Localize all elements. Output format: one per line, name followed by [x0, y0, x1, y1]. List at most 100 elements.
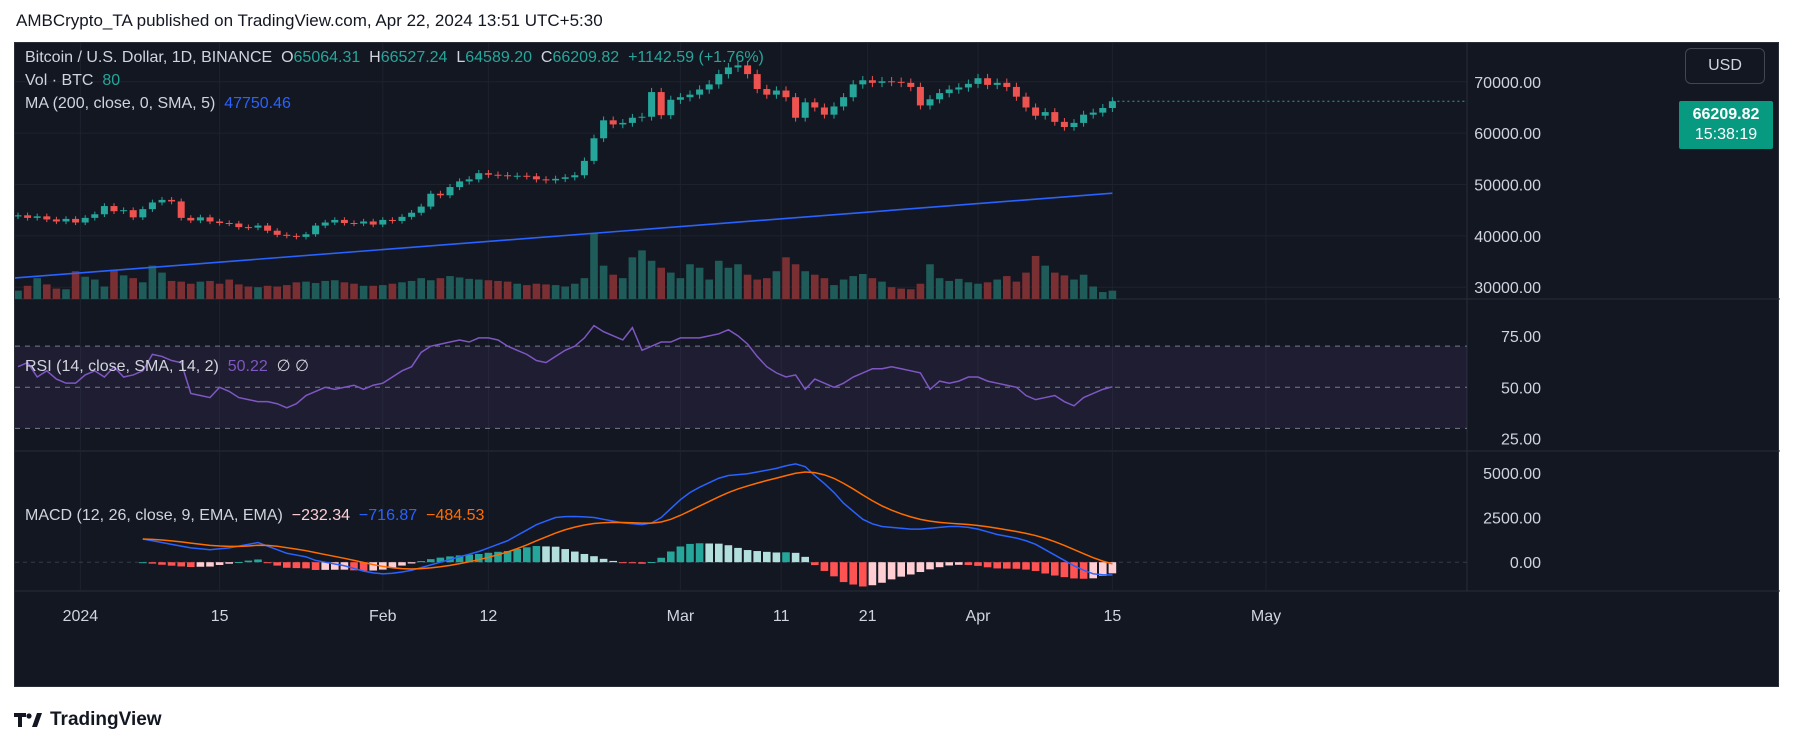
high-label: H [369, 49, 381, 66]
volume-bar [475, 279, 483, 299]
time-tick-label: Mar [667, 608, 695, 625]
candle-body [878, 81, 886, 83]
volume-value: 80 [102, 72, 121, 89]
macd-hist-bar [1051, 562, 1059, 576]
volume-bar [436, 278, 445, 299]
candle-body [360, 221, 368, 224]
macd-hist-bar [244, 560, 253, 563]
macd-legend: MACD (12, 26, close, 9, EMA, EMA) −232.3… [25, 507, 484, 525]
volume-bar [1079, 274, 1088, 299]
volume-bar [321, 280, 329, 299]
time-tick-label: 21 [859, 608, 877, 625]
candle-body [475, 173, 483, 180]
macd-hist-bar [551, 546, 560, 563]
volume-bar [1041, 265, 1049, 299]
macd-hist-bar [628, 562, 637, 564]
candle-body [628, 117, 636, 123]
macd-hist-bar [158, 562, 166, 565]
candle-body [62, 218, 70, 222]
macd-hist-bar [983, 562, 992, 568]
candle-body [465, 179, 473, 182]
macd-hist-bar [830, 562, 838, 577]
volume-bar [148, 265, 157, 299]
volume-bar [580, 278, 589, 299]
candle-body [820, 107, 828, 115]
candle-body [379, 219, 387, 225]
volume-bar [91, 279, 99, 299]
volume-bar [81, 276, 89, 299]
macd-hist-bar [964, 562, 973, 566]
macd-hist-bar [955, 562, 963, 565]
macd-hist-bar [868, 562, 877, 586]
volume-bar [811, 274, 819, 299]
volume-bar [599, 265, 608, 299]
volume-bar [907, 289, 915, 299]
macd-hist-bar [657, 557, 665, 563]
volume-bar [1060, 275, 1069, 299]
volume-bar [561, 286, 569, 299]
candle-body [1108, 101, 1116, 108]
macd-hist-bar [1003, 562, 1011, 569]
candle-body [868, 80, 876, 83]
candle-body [273, 230, 281, 235]
candle-body [100, 206, 108, 215]
macd-hist-bar [1031, 562, 1040, 571]
macd-label: MACD (12, 26, close, 9, EMA, EMA) [25, 507, 283, 524]
macd-hist-bar [801, 556, 809, 563]
volume-bar [43, 284, 51, 299]
candle-body [571, 175, 579, 178]
candle-body [331, 219, 339, 223]
volume-bar [791, 264, 800, 299]
last-price-value: 66209.82 [1692, 106, 1760, 123]
macd-hist-bar [1060, 562, 1069, 578]
symbol-legend: Bitcoin / U.S. Dollar, 1D, BINANCE O6506… [25, 49, 764, 67]
macd-hist-bar [763, 551, 771, 563]
candle-body [206, 217, 214, 222]
volume-bar [782, 257, 790, 299]
candle-body [840, 97, 848, 107]
volume-bar [359, 285, 368, 299]
candle-body [1099, 107, 1107, 113]
candle-body [120, 210, 128, 212]
macd-hist-bar [791, 552, 800, 563]
volume-bar [235, 284, 243, 299]
macd-hist-bar [167, 562, 176, 566]
macd-hist-bar [590, 556, 598, 563]
volume-bar [139, 282, 147, 299]
currency-button[interactable]: USD [1685, 48, 1765, 84]
macd-hist-bar [820, 562, 829, 571]
ma-legend: MA (200, close, 0, SMA, 5) 47750.46 [25, 95, 291, 113]
candle-body [15, 215, 22, 217]
candle-body [561, 177, 569, 179]
time-tick-label: 2024 [63, 608, 99, 625]
volume-bar [1003, 276, 1011, 299]
volume-bar [523, 285, 531, 299]
macd-tick-label: 0.00 [1510, 555, 1541, 572]
macd-hist-bar [513, 548, 521, 563]
macd-hist-bar [407, 562, 416, 564]
rsi-value: 50.22 [227, 358, 268, 375]
volume-bar [1031, 255, 1040, 299]
macd-hist-bar [599, 558, 608, 563]
volume-bar [129, 278, 137, 299]
volume-bar [407, 280, 416, 299]
macd-hist-bar [1012, 562, 1021, 569]
rsi-tick-label: 75.00 [1501, 329, 1541, 346]
volume-bar [187, 283, 195, 299]
volume-bar [983, 282, 992, 299]
candle-body [321, 222, 329, 226]
macd-hist-bar [695, 543, 704, 563]
candle-body [763, 88, 771, 95]
volume-bar [379, 285, 387, 299]
macd-hist-bar [782, 552, 790, 563]
macd-hist-bar [897, 562, 905, 577]
tradingview-footer[interactable]: TradingView [0, 700, 162, 740]
candle-body [590, 138, 598, 161]
candle-body [897, 81, 905, 83]
candle-body [139, 209, 147, 218]
volume-bar [724, 267, 733, 299]
volume-bar [772, 271, 781, 299]
chart-panel[interactable]: 70000.00 60000.00 50000.00 40000.00 30000.00… [14, 42, 1780, 687]
volume-bar [215, 283, 224, 299]
macd-hist-bar [1041, 562, 1049, 574]
